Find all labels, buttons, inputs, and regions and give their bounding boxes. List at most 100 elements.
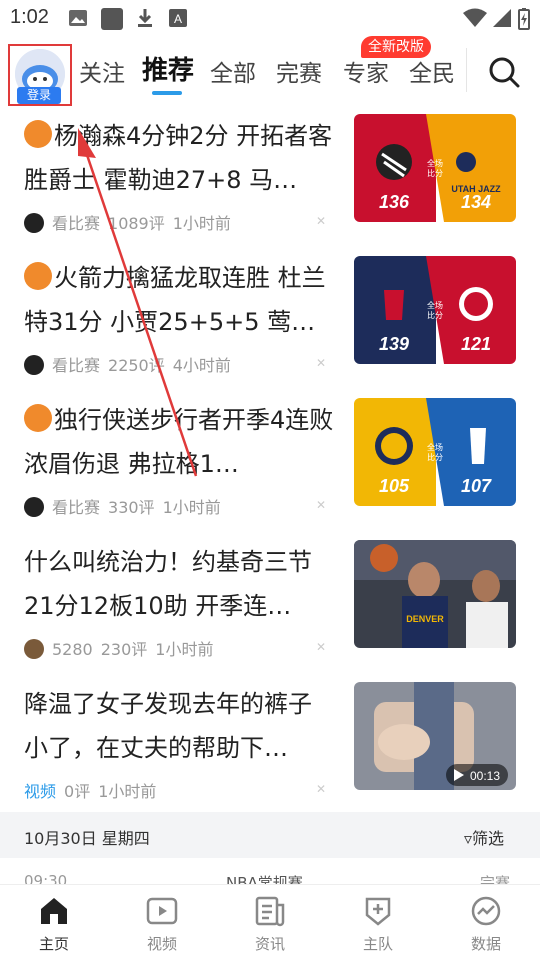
news-title[interactable]: 火箭力擒猛龙取连胜 杜兰特31分 小贾25+5+5 莺… [24, 256, 334, 344]
date-label: 10月30日 星期四 [24, 829, 150, 848]
highlight-box [8, 44, 72, 106]
post-time: 1小时前 [172, 214, 231, 233]
news-title[interactable]: 杨瀚森4分钟2分 开拓者客胜爵士 霍勒迪27+8 马… [24, 114, 334, 202]
dismiss-icon[interactable]: ✕ [316, 498, 326, 512]
dismiss-icon[interactable]: ✕ [316, 640, 326, 654]
tab-everyone[interactable]: 全民 [409, 54, 455, 88]
dismiss-icon[interactable]: ✕ [316, 356, 326, 370]
news-icon [255, 896, 285, 927]
news-item[interactable]: 独行侠送步行者开季4连败 浓眉伤退 弗拉格1… 看比赛 330评 1小时前 ✕ 10… [0, 390, 540, 532]
svg-text:134: 134 [461, 192, 491, 212]
news-source: 看比赛 [52, 356, 101, 375]
svg-text:比分: 比分 [427, 452, 443, 462]
news-thumbnail[interactable]: DENVER [354, 540, 516, 648]
download-icon [136, 8, 154, 32]
nav-data[interactable]: 数据 [432, 885, 540, 960]
news-meta: 看比赛 1089评 1小时前 [24, 210, 239, 233]
comment-count: 1089评 [108, 214, 165, 233]
wifi-icon [462, 8, 488, 32]
news-title[interactable]: 降温了女子发现去年的裤子小了，在丈夫的帮助下… [24, 682, 334, 770]
nav-news[interactable]: 资讯 [216, 885, 324, 960]
post-time: 1小时前 [98, 782, 157, 801]
svg-text:全场: 全场 [427, 300, 443, 310]
post-time: 4小时前 [172, 356, 231, 375]
filter-button[interactable]: ▿筛选 [464, 825, 504, 849]
status-time: 1:02 [10, 6, 49, 28]
video-icon [146, 897, 178, 925]
news-title[interactable]: 什么叫统治力！约基奇三节21分12板10助 开季连… [24, 540, 334, 628]
svg-text:105: 105 [379, 476, 410, 496]
bottom-nav: 主页 视频 资讯 主队 数据 [0, 884, 540, 960]
active-tab-indicator [152, 91, 182, 95]
svg-text:121: 121 [461, 334, 491, 354]
news-meta: 看比赛 2250评 4小时前 [24, 352, 239, 375]
nav-home[interactable]: 主页 [0, 885, 108, 960]
top-nav: 登录 关注 推荐 全部 完赛 专家 全民 全新改版 [0, 36, 540, 106]
source-avatar-icon [24, 639, 44, 659]
tab-follow[interactable]: 关注 [79, 54, 125, 88]
basketball-icon [24, 262, 52, 290]
news-thumbnail[interactable]: UTAH JAZZ 136 134 全场 比分 [354, 114, 516, 222]
post-time: 1小时前 [155, 640, 214, 659]
date-bar: 10月30日 星期四 ▿筛选 [0, 812, 540, 858]
tab-recommend[interactable]: 推荐 [142, 50, 194, 87]
battery-icon [518, 8, 530, 34]
search-icon [489, 57, 520, 88]
filter-icon: ▿ [464, 829, 473, 848]
font-icon: A [168, 8, 188, 32]
news-source: 看比赛 [52, 214, 101, 233]
basketball-icon [24, 120, 52, 148]
filter-label: 筛选 [472, 829, 505, 848]
comment-count: 0评 [64, 782, 91, 801]
news-meta: 视频 0评 1小时前 [24, 778, 164, 801]
source-avatar-icon [24, 355, 44, 375]
svg-text:比分: 比分 [427, 168, 443, 178]
post-time: 1小时前 [162, 498, 221, 517]
login-avatar-button[interactable]: 登录 [8, 44, 72, 106]
svg-text:139: 139 [379, 334, 409, 354]
svg-text:DENVER: DENVER [406, 614, 444, 624]
team-shield-icon [365, 897, 391, 926]
signal-icon [492, 8, 512, 32]
nav-video[interactable]: 视频 [108, 885, 216, 960]
news-source: 5280 [52, 640, 93, 659]
svg-text:全场: 全场 [427, 158, 443, 168]
tab-finished[interactable]: 完赛 [276, 54, 322, 88]
search-button[interactable] [486, 54, 522, 90]
svg-text:00:13: 00:13 [470, 769, 500, 783]
nav-team[interactable]: 主队 [324, 885, 432, 960]
news-title[interactable]: 独行侠送步行者开季4连败 浓眉伤退 弗拉格1… [24, 398, 334, 486]
video-thumbnail[interactable]: 00:13 [354, 682, 516, 790]
basketball-icon [24, 404, 52, 432]
comment-count: 330评 [108, 498, 155, 517]
home-icon [41, 898, 67, 924]
news-meta: 看比赛 330评 1小时前 [24, 494, 229, 517]
svg-text:比分: 比分 [427, 310, 443, 320]
dismiss-icon[interactable]: ✕ [316, 782, 326, 796]
new-version-badge: 全新改版 [361, 36, 431, 58]
nav-divider [466, 48, 467, 92]
news-item[interactable]: 降温了女子发现去年的裤子小了，在丈夫的帮助下… 视频 0评 1小时前 ✕ 00:13 [0, 674, 540, 816]
data-chart-icon [471, 896, 501, 926]
source-avatar-icon [24, 497, 44, 517]
video-source-tag: 视频 [24, 782, 57, 801]
tab-all[interactable]: 全部 [210, 54, 256, 88]
news-item[interactable]: 杨瀚森4分钟2分 开拓者客胜爵士 霍勒迪27+8 马… 看比赛 1089评 1小时前… [0, 106, 540, 248]
news-item[interactable]: 火箭力擒猛龙取连胜 杜兰特31分 小贾25+5+5 莺… 看比赛 2250评 4小时… [0, 248, 540, 390]
news-item[interactable]: 什么叫统治力！约基奇三节21分12板10助 开季连… 5280 230评 1小时前 … [0, 532, 540, 674]
svg-text:A: A [174, 12, 182, 26]
svg-text:107: 107 [461, 476, 492, 496]
source-avatar-icon [24, 213, 44, 233]
comment-count: 2250评 [108, 356, 165, 375]
image-icon [68, 8, 88, 32]
svg-text:136: 136 [379, 192, 410, 212]
news-meta: 5280 230评 1小时前 [24, 636, 221, 659]
news-source: 看比赛 [52, 498, 101, 517]
svg-text:全场: 全场 [427, 442, 443, 452]
status-bar: 1:02 A [0, 0, 540, 36]
dismiss-icon[interactable]: ✕ [316, 214, 326, 228]
news-thumbnail[interactable]: 105 107 全场 比分 [354, 398, 516, 506]
comment-count: 230评 [100, 640, 148, 659]
tab-experts[interactable]: 专家 [343, 54, 389, 88]
news-thumbnail[interactable]: 139 121 全场 比分 [354, 256, 516, 364]
